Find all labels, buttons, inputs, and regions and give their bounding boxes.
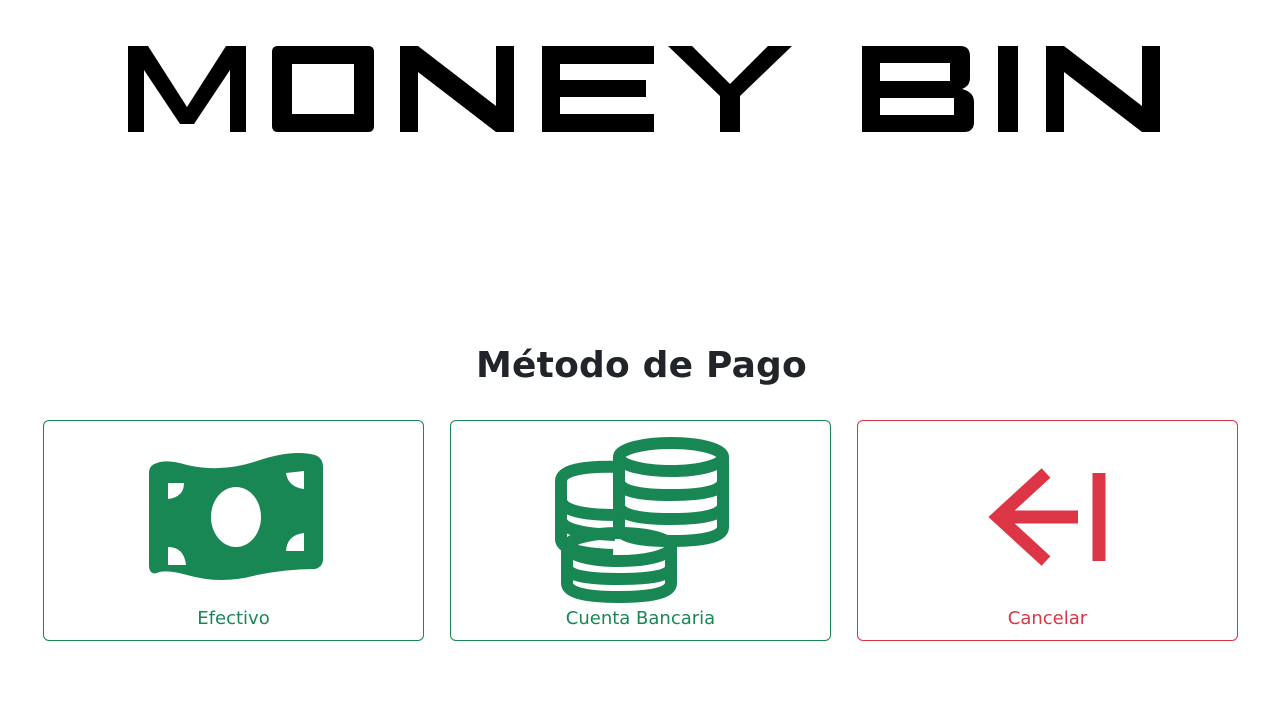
cash-option-label: Efectivo <box>197 608 270 629</box>
cash-option-button[interactable]: Efectivo <box>43 420 424 641</box>
money-bin-logo <box>128 46 1160 132</box>
bank-account-option-label: Cuenta Bancaria <box>565 608 716 629</box>
coins-icon <box>451 421 830 621</box>
cancel-button[interactable]: Cancelar <box>857 420 1238 641</box>
cancel-label: Cancelar <box>1007 608 1088 629</box>
cash-icon <box>44 421 423 621</box>
logo <box>126 44 1162 134</box>
page-title: Método de Pago <box>476 345 807 386</box>
bank-account-option-button[interactable]: Cuenta Bancaria <box>450 420 831 641</box>
arrow-bar-left-icon <box>858 421 1237 621</box>
